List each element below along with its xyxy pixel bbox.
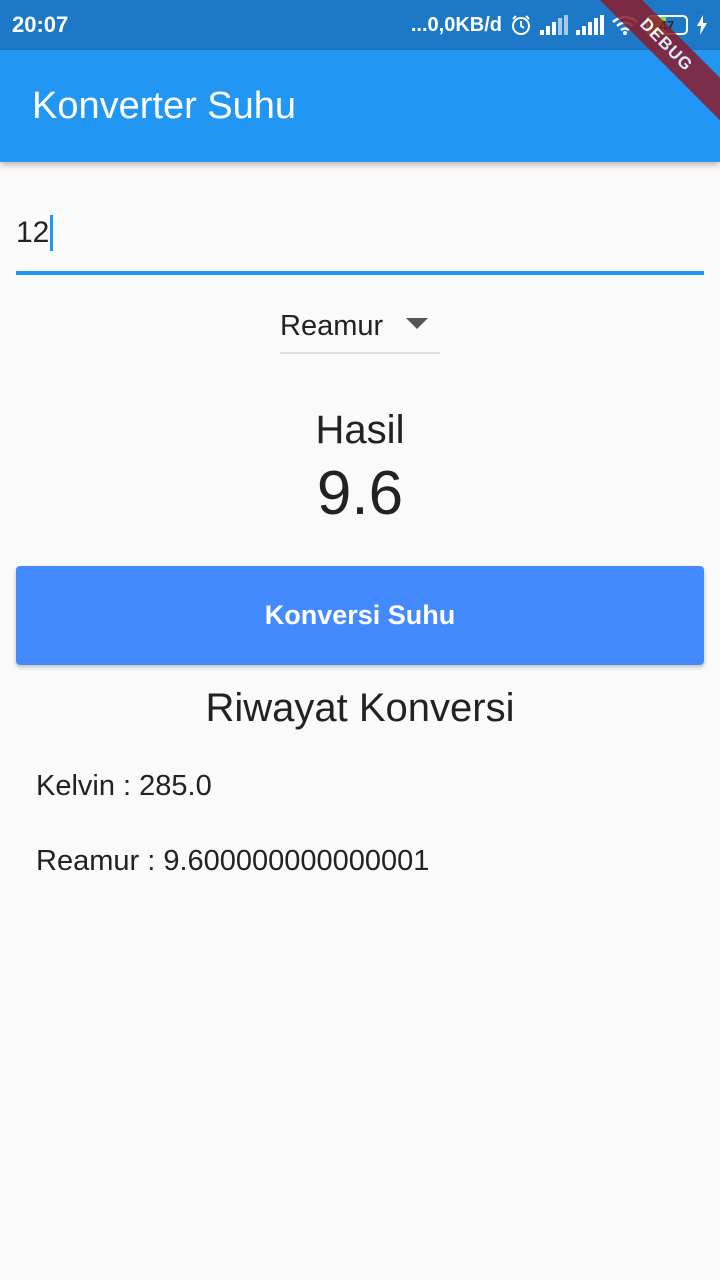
- convert-button[interactable]: Konversi Suhu: [16, 566, 704, 665]
- history-title: Riwayat Konversi: [205, 686, 515, 730]
- charging-icon: [696, 15, 708, 35]
- app-bar: Konverter Suhu: [0, 50, 720, 162]
- page-title: Konverter Suhu: [32, 84, 297, 127]
- dropdown-arrow-icon: [406, 317, 428, 335]
- network-speed: ...0,0KB/d: [410, 13, 502, 36]
- history-list: Kelvin : 285.0 Reamur : 9.60000000000000…: [36, 770, 429, 920]
- history-item-kelvin: Kelvin : 285.0: [36, 770, 212, 802]
- status-time: 20:07: [12, 12, 69, 37]
- signal-icon: [576, 15, 604, 35]
- temperature-input[interactable]: 12: [16, 195, 704, 275]
- text-caret: [50, 215, 54, 251]
- temperature-input-value: 12: [16, 216, 50, 249]
- unit-dropdown-value: Reamur: [280, 309, 384, 342]
- signal-icon: [540, 15, 568, 35]
- history-item-reamur: Reamur : 9.600000000000001: [36, 845, 430, 877]
- unit-dropdown[interactable]: Reamur: [280, 300, 440, 354]
- result-value: 9.6: [316, 459, 404, 528]
- alarm-icon: [510, 14, 532, 36]
- result-label: Hasil: [315, 408, 405, 452]
